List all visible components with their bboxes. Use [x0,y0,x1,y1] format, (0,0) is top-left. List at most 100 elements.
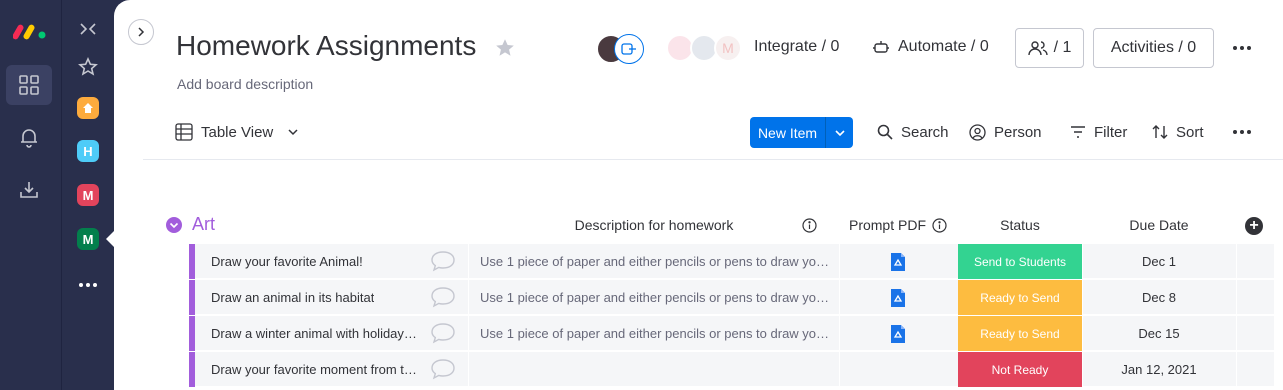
item-name-cell[interactable]: Draw your favorite moment from the holid… [211,352,419,387]
board-panel: Homework Assignments Add board descripti… [114,0,1283,390]
board-title[interactable]: Homework Assignments [176,30,476,62]
status-cell[interactable]: Ready to Send [958,280,1082,315]
status-cell[interactable]: Ready to Send [958,316,1082,351]
google-drive-file-icon[interactable] [890,252,906,272]
board-menu-icon[interactable] [1233,46,1251,50]
due-date: Jan 12, 2021 [1121,362,1197,377]
description-text: Use 1 piece of paper and either pencils … [480,290,830,305]
due-date-cell[interactable]: Dec 15 [1082,316,1236,351]
group-color-bar [189,244,195,279]
integrate-button[interactable]: Integrate / 0 [754,38,839,56]
item-name-cell[interactable]: Draw your favorite Animal! [211,244,419,279]
item-name-cell[interactable]: Draw a winter animal with holiday decora… [211,316,419,351]
automate-button[interactable]: Automate / 0 [872,38,989,56]
description-cell[interactable]: Use 1 piece of paper and either pencils … [480,316,830,351]
star-icon[interactable] [494,37,516,64]
favorites-star-icon[interactable] [78,57,98,82]
monday-logo[interactable] [13,18,47,40]
search-button[interactable]: Search [877,122,949,142]
board-description[interactable]: Add board description [177,76,313,92]
updates-bubble-icon[interactable] [430,322,456,349]
updates-bubble-icon[interactable] [430,250,456,277]
new-item-button[interactable]: New Item [750,117,853,148]
more-workspaces-icon[interactable] [79,283,97,287]
download-icon [20,182,38,198]
pdf-cell[interactable] [839,352,957,387]
active-workspace-caret [106,231,114,247]
people-icon [1027,41,1048,56]
updates-bubble-icon[interactable] [430,358,456,385]
workspace-m-1[interactable]: M [77,184,99,206]
workspace-m-2[interactable]: M [77,228,99,250]
table-view-tab[interactable]: Table View [175,122,299,142]
group-color-bar [189,280,195,315]
cell-divider [468,352,469,387]
due-date: Dec 15 [1138,326,1180,341]
description-cell[interactable]: Use 1 piece of paper and either pencils … [480,280,830,315]
description-cell[interactable]: Use 1 piece of paper and either pencils … [480,244,830,279]
integration-avatar [614,34,644,64]
collapse-sidebar-icon[interactable] [79,22,97,41]
workspace-home[interactable] [77,97,99,119]
status-label: Ready to Send [980,326,1060,341]
members-button[interactable]: / 1 [1015,28,1084,68]
status-label: Ready to Send [980,290,1060,305]
due-date: Dec 1 [1142,254,1176,269]
due-date-cell[interactable]: Jan 12, 2021 [1082,352,1236,387]
pdf-cell[interactable] [839,280,957,315]
column-header-status[interactable]: Status [958,217,1082,233]
info-icon[interactable] [932,217,947,233]
status-cell[interactable]: Not Ready [958,352,1082,387]
chevron-down-circle-icon[interactable] [166,216,182,233]
group-title[interactable]: Art [192,214,215,235]
filter-label: Filter [1094,123,1128,141]
status-cell[interactable]: Send to Students [958,244,1082,279]
column-description-label: Description for homework [574,217,734,233]
filter-button[interactable]: Filter [1070,122,1127,142]
item-name-cell[interactable]: Draw an animal in its habitat [211,280,419,315]
expand-panel-button[interactable] [128,19,154,45]
new-item-dropdown[interactable] [826,117,853,148]
table-row[interactable]: Draw your favorite moment from the holid… [189,352,1274,387]
table-icon [175,123,193,141]
workspace-column: H M M [62,0,114,390]
sort-button[interactable]: Sort [1152,122,1204,142]
boards-nav-button[interactable] [6,65,52,105]
group-color-bar [189,316,195,351]
column-due-label: Due Date [1129,217,1189,233]
grid-icon [19,75,39,95]
gmail-icon: M [714,34,742,62]
person-filter-button[interactable]: Person [969,122,1042,142]
workspace-h[interactable]: H [77,140,99,162]
description-cell[interactable] [480,352,830,387]
due-date-cell[interactable]: Dec 1 [1082,244,1236,279]
person-label: Person [994,123,1042,141]
inbox-button[interactable] [6,170,52,210]
add-column-button[interactable]: + [1245,217,1263,235]
info-icon[interactable] [802,218,817,238]
google-drive-file-icon[interactable] [890,288,906,308]
search-label: Search [901,123,949,141]
column-header-description[interactable]: Description for homework [534,217,774,233]
table-row[interactable]: Draw a winter animal with holiday decora… [189,316,1274,351]
google-drive-file-icon[interactable] [890,324,906,344]
table-row[interactable]: Draw an animal in its habitat Use 1 piec… [189,280,1274,315]
column-header-pdf[interactable]: Prompt PDF [842,217,954,233]
cell-divider [1236,280,1237,315]
due-date-cell[interactable]: Dec 8 [1082,280,1236,315]
pdf-cell[interactable] [839,244,957,279]
column-status-label: Status [1000,217,1040,233]
activities-label: Activities / 0 [1110,39,1197,56]
column-header-due-date[interactable]: Due Date [1082,217,1236,233]
pdf-cell[interactable] [839,316,957,351]
home-icon [83,103,93,113]
group-color-bar [189,352,195,387]
chevron-down-icon[interactable] [287,128,299,136]
updates-bubble-icon[interactable] [430,286,456,313]
notifications-button[interactable] [6,117,52,157]
cell-divider [1236,244,1237,279]
group-header[interactable]: Art [166,214,215,235]
toolbar-menu-icon[interactable] [1233,130,1251,134]
activities-button[interactable]: Activities / 0 [1093,28,1214,68]
table-row[interactable]: Draw your favorite Animal! Use 1 piece o… [189,244,1274,279]
